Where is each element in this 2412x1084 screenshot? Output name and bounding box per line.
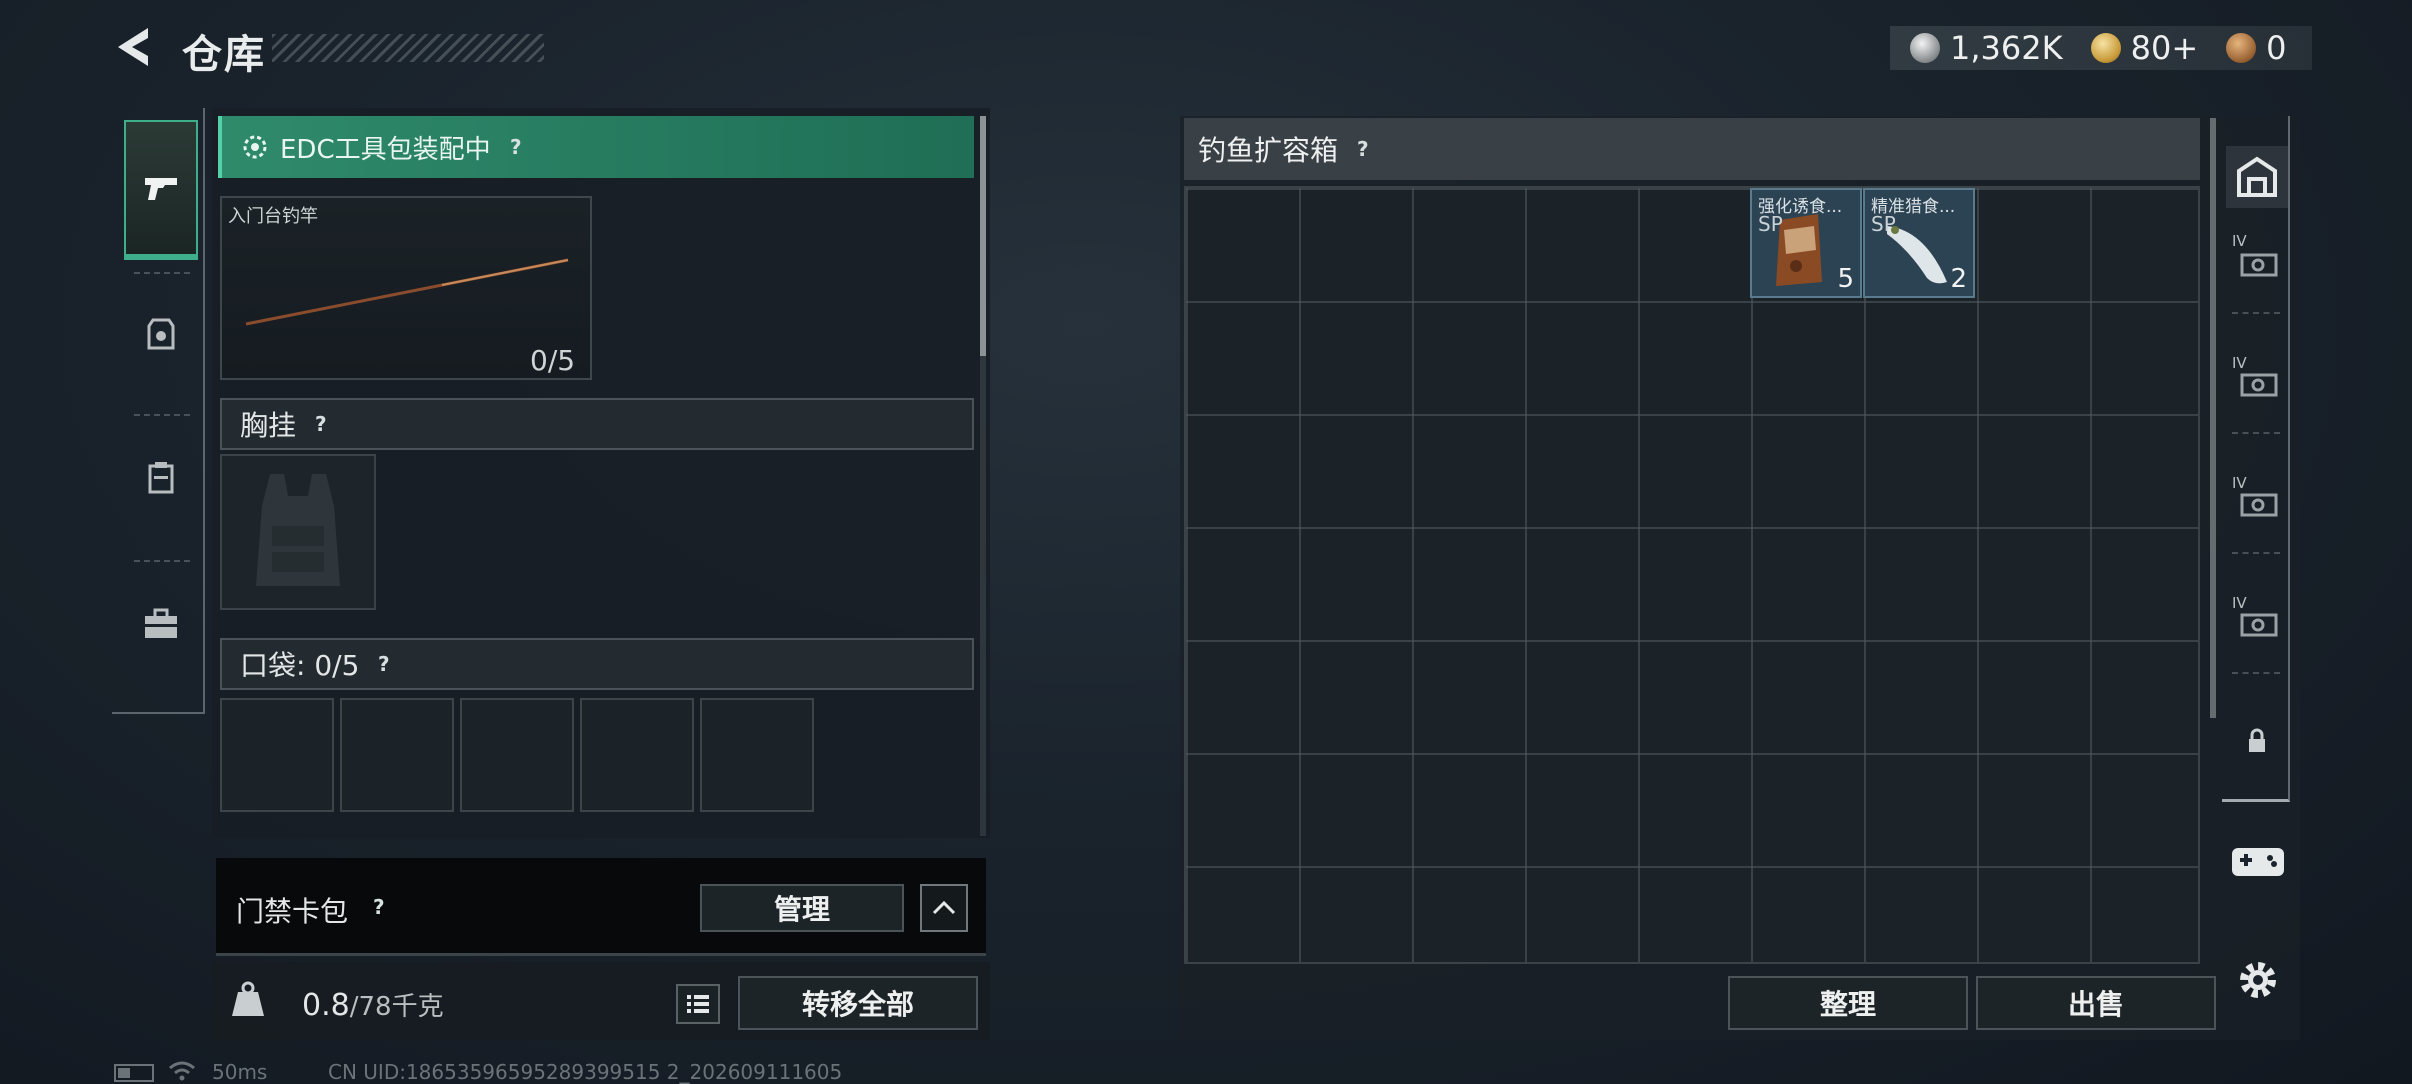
loadout-scroll-thumb[interactable] — [980, 116, 986, 356]
vest-icon — [256, 474, 340, 586]
tier-label: IV — [2232, 474, 2247, 492]
nav-weapon[interactable] — [124, 120, 198, 260]
item-tier: SP — [1758, 212, 1783, 236]
edc-status-label: EDC工具包装配中 — [280, 134, 491, 165]
gold-coin-icon — [2090, 33, 2121, 63]
rail-divider — [2232, 432, 2280, 434]
loadout-nav — [112, 108, 205, 714]
weight-icon — [232, 981, 264, 1016]
chest-rig-label: 胸挂 — [240, 409, 297, 442]
pocket-header: 口袋: 0/5 ? — [220, 638, 974, 690]
nav-toolkit[interactable] — [124, 554, 198, 694]
currency-value: 1,362K — [1950, 29, 2063, 67]
list-view-button[interactable] — [676, 984, 720, 1024]
pocket-label: 口袋: 0/5 — [240, 649, 360, 682]
help-icon[interactable]: ? — [497, 129, 534, 166]
pocket-slot[interactable] — [460, 698, 574, 812]
rail-locked-slot[interactable] — [2226, 710, 2288, 772]
ping-readout: 50ms — [212, 1060, 268, 1084]
weight-readout: 0.8/78千克 — [302, 986, 444, 1023]
item-count: 5 — [1837, 264, 1854, 294]
storage-grid[interactable] — [1184, 186, 2200, 964]
storage-rail — [2222, 116, 2290, 802]
pocket-slot[interactable] — [580, 698, 694, 812]
collapse-button[interactable] — [920, 884, 968, 932]
list-icon — [687, 995, 709, 1013]
nav-backpack[interactable] — [124, 408, 198, 548]
pocket-slot[interactable] — [340, 698, 454, 812]
settings-gear-icon[interactable] — [2234, 956, 2282, 1004]
rail-divider — [2232, 672, 2280, 674]
battery-icon — [114, 1064, 154, 1082]
currency-silver: 1,362K — [1910, 29, 2063, 67]
back-arrow-icon[interactable] — [112, 24, 158, 70]
warehouse-icon — [2237, 156, 2277, 197]
currency-bronze: 0 — [2226, 29, 2286, 67]
help-icon[interactable]: ? — [1345, 131, 1382, 168]
uid-readout: CN UID:18653596595289399515 2_2026091116… — [328, 1060, 843, 1084]
silver-coin-icon — [1910, 33, 1940, 63]
backpack-icon — [148, 462, 174, 494]
pocket-slot[interactable] — [220, 698, 334, 812]
wifi-icon — [169, 1061, 195, 1081]
gear-badge-icon — [243, 135, 267, 159]
chest-rig-header: 胸挂 ? — [220, 398, 974, 450]
tier-label: IV — [2232, 232, 2247, 250]
help-icon[interactable]: ? — [366, 646, 403, 683]
tier-label: IV — [2232, 594, 2247, 612]
controller-icon[interactable] — [2230, 842, 2286, 882]
nav-armor[interactable] — [124, 264, 198, 404]
pocket-slot[interactable] — [700, 698, 814, 812]
currency-gold: 80+ — [2090, 29, 2199, 67]
currency-value: 0 — [2266, 29, 2287, 67]
rod-name: 入门台钓竿 — [228, 206, 318, 227]
item-tier: SP — [1871, 212, 1896, 236]
inventory-item[interactable]: 强化诱食... SP 5 — [1750, 188, 1862, 298]
tier-label: IV — [2232, 354, 2247, 372]
inventory-item[interactable]: 精准猎食... SP 2 — [1863, 188, 1975, 298]
lock-icon — [2249, 728, 2265, 752]
rail-divider — [2232, 312, 2280, 314]
sell-button[interactable]: 出售 — [1976, 976, 2216, 1030]
rail-warehouse[interactable] — [2226, 146, 2288, 208]
currency-value: 80+ — [2130, 29, 2199, 67]
bronze-coin-icon — [2226, 33, 2257, 63]
weight-current: 0.8 — [302, 988, 350, 1023]
storage-title-bar: 钓鱼扩容箱 ? — [1184, 118, 2200, 180]
item-count: 2 — [1950, 264, 1967, 294]
toolbox-icon — [145, 608, 177, 638]
helmet-icon — [147, 318, 175, 350]
weight-max: /78千克 — [349, 992, 444, 1022]
help-icon[interactable]: ? — [303, 406, 340, 443]
transfer-all-button[interactable]: 转移全部 — [738, 976, 978, 1030]
rod-capacity: 0/5 — [530, 344, 576, 377]
pistol-icon — [145, 178, 177, 200]
sort-button[interactable]: 整理 — [1728, 976, 1968, 1030]
page-title: 仓库 — [182, 32, 266, 78]
manage-button[interactable]: 管理 — [700, 884, 904, 932]
rail-divider — [2232, 552, 2280, 554]
keycard-label: 门禁卡包 — [236, 895, 349, 928]
edc-status-bar[interactable]: EDC工具包装配中 ? — [218, 116, 974, 178]
chest-rig-slot[interactable] — [220, 454, 376, 610]
storage-title: 钓鱼扩容箱 — [1198, 134, 1339, 167]
chevron-up-icon — [932, 900, 956, 915]
title-decoration — [272, 34, 544, 62]
currency-bar: 1,362K 80+ 0 — [1890, 26, 2312, 70]
storage-scrollbar[interactable] — [2210, 118, 2216, 718]
